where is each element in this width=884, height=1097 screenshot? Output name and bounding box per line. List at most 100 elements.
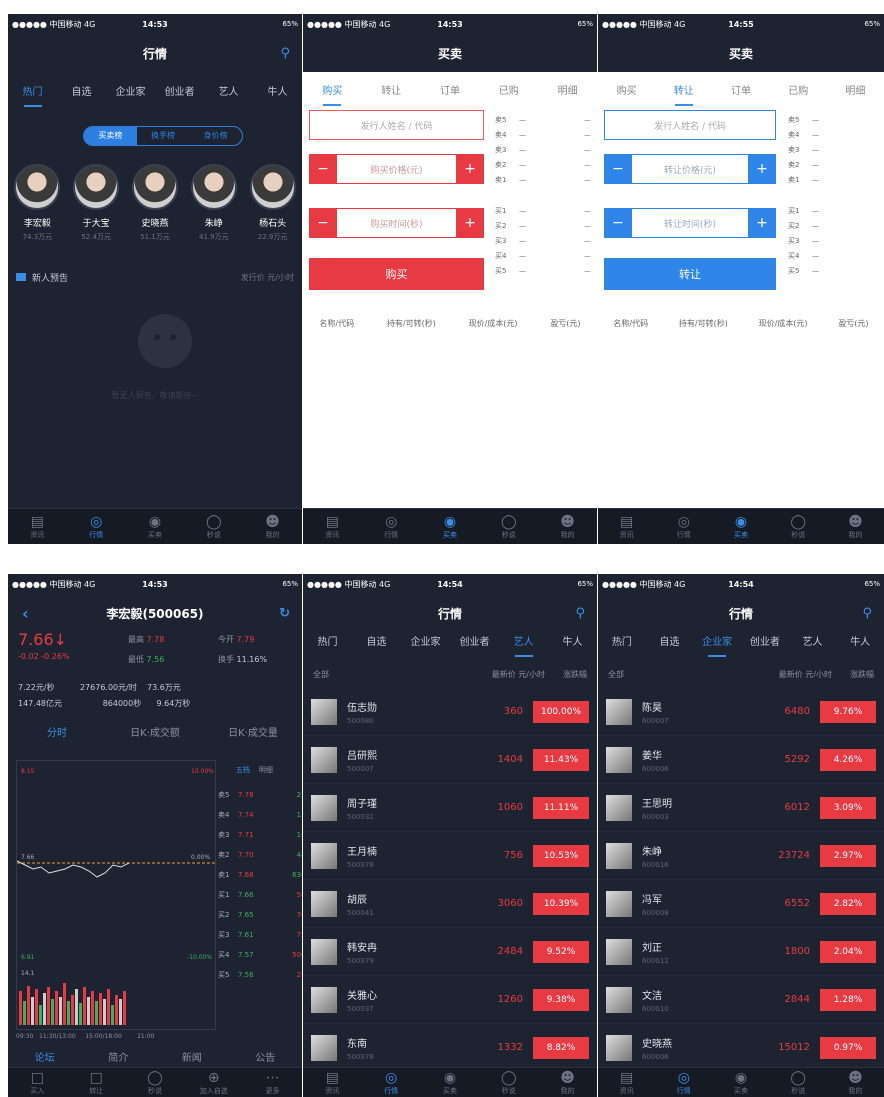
tab-hot[interactable]: 热门 [303, 633, 352, 648]
tab-announcement[interactable]: 公告 [229, 1049, 303, 1064]
tab-artist[interactable]: 艺人 [789, 633, 837, 648]
tabbar-me[interactable]: ☻ 我的 [827, 1068, 884, 1097]
minus-button[interactable]: − [309, 154, 337, 184]
tab-forum[interactable]: 论坛 [8, 1049, 82, 1064]
buy-button[interactable]: 购买 [309, 258, 484, 290]
minus-button[interactable]: − [604, 154, 632, 184]
tab-orders[interactable]: 订单 [712, 82, 769, 97]
list-item[interactable]: 陈昊 600007 6480 9.76% [598, 688, 884, 736]
tabbar-market[interactable]: ◎ 行情 [362, 509, 421, 544]
buy-action[interactable]: □ 买入 [8, 1068, 67, 1097]
tab-buy[interactable]: 购买 [303, 82, 362, 106]
plus-button[interactable]: + [748, 154, 776, 184]
tabbar-chat[interactable]: ◯ 秒说 [770, 1068, 827, 1097]
tabbar-market[interactable]: ◎ 行情 [655, 1068, 712, 1097]
tab-transfer[interactable]: 转让 [362, 82, 421, 97]
tabbar-trade[interactable]: ◉ 买卖 [126, 509, 185, 544]
tabbar-news[interactable]: ▤ 资讯 [303, 509, 362, 544]
tabbar-chat[interactable]: ◯ 秒说 [479, 509, 538, 544]
tabbar-me[interactable]: ☻ 我的 [538, 1068, 597, 1097]
star-item[interactable]: 杨石头 22.9万元 [245, 164, 301, 242]
tab-entrepreneur[interactable]: 企业家 [401, 633, 450, 648]
list-item[interactable]: 朱峥 600016 23724 2.97% [598, 832, 884, 880]
chat-action[interactable]: ◯ 秒说 [126, 1068, 185, 1097]
tab-five-levels[interactable]: 五档 [236, 766, 250, 774]
list-item[interactable]: 伍志勋 500080 360 100.00% [303, 688, 597, 736]
list-item[interactable]: 关雅心 500037 1260 9.38% [303, 976, 597, 1024]
tab-founder[interactable]: 创业者 [155, 83, 204, 98]
tab-artist[interactable]: 艺人 [204, 83, 253, 98]
tabbar-trade[interactable]: ◉ 买卖 [712, 509, 769, 544]
tab-artist[interactable]: 艺人 [499, 633, 548, 657]
tabbar-trade[interactable]: ◉ 买卖 [421, 509, 480, 544]
tab-transfer[interactable]: 转让 [655, 82, 712, 106]
star-item[interactable]: 李宏毅 74.3万元 [9, 164, 65, 242]
list-item[interactable]: 文洁 600010 2844 1.28% [598, 976, 884, 1024]
tabbar-news[interactable]: ▤ 资讯 [8, 509, 67, 544]
tab-bought[interactable]: 已购 [770, 82, 827, 97]
list-item[interactable]: 史晓燕 600006 15012 0.97% [598, 1024, 884, 1072]
list-item[interactable]: 韩安冉 500079 2484 9.52% [303, 928, 597, 976]
tabbar-news[interactable]: ▤ 资讯 [598, 509, 655, 544]
tab-details[interactable]: 明细 [827, 82, 884, 97]
tabbar-me[interactable]: ☻ 我的 [243, 509, 302, 544]
tab-expert[interactable]: 牛人 [253, 83, 302, 98]
star-item[interactable]: 朱峥 41.9万元 [186, 164, 242, 242]
tab-trade-details[interactable]: 明细 [259, 766, 273, 774]
tab-expert[interactable]: 牛人 [836, 633, 884, 648]
tab-entrepreneur[interactable]: 企业家 [106, 83, 155, 98]
tab-hot[interactable]: 热门 [8, 83, 57, 107]
filter-all[interactable]: 全部 [313, 669, 329, 680]
issuer-input[interactable]: 发行人姓名 / 代码 [604, 110, 776, 140]
tabbar-news[interactable]: ▤ 资讯 [598, 1068, 655, 1097]
list-item[interactable]: 王月楠 500078 756 10.53% [303, 832, 597, 880]
transfer-action[interactable]: □ 转让 [67, 1068, 126, 1097]
list-item[interactable]: 周子瑾 500032 1060 11.11% [303, 784, 597, 832]
tabbar-trade[interactable]: ◉ 买卖 [712, 1068, 769, 1097]
add-favorite-action[interactable]: ⊕ 加入自选 [184, 1068, 243, 1097]
plus-button[interactable]: + [456, 154, 484, 184]
list-item[interactable]: 王思明 600003 6012 3.09% [598, 784, 884, 832]
price-input[interactable]: 转让价格(元) [632, 154, 748, 184]
refresh-icon[interactable]: ↻ [279, 606, 290, 621]
tab-intraday[interactable]: 分时 [8, 724, 106, 739]
plus-button[interactable]: + [748, 208, 776, 238]
tab-founder[interactable]: 创业者 [741, 633, 789, 648]
search-icon[interactable]: ⚲ [862, 606, 872, 621]
tab-favorites[interactable]: 自选 [352, 633, 401, 648]
tab-favorites[interactable]: 自选 [57, 83, 106, 98]
tab-expert[interactable]: 牛人 [548, 633, 597, 648]
sort-price[interactable]: 最新价 元/小时 [779, 669, 832, 680]
tabbar-market[interactable]: ◎ 行情 [362, 1068, 421, 1097]
tab-intro[interactable]: 简介 [82, 1049, 156, 1064]
time-input[interactable]: 购买时间(秒) [337, 208, 456, 238]
tabbar-me[interactable]: ☻ 我的 [827, 509, 884, 544]
tab-daily-amount[interactable]: 日K·成交额 [106, 724, 204, 739]
search-icon[interactable]: ⚲ [575, 606, 585, 621]
time-input[interactable]: 转让时间(秒) [632, 208, 748, 238]
list-item[interactable]: 冯军 600008 6552 2.82% [598, 880, 884, 928]
list-item[interactable]: 刘正 600012 1800 2.04% [598, 928, 884, 976]
tabbar-news[interactable]: ▤ 资讯 [303, 1068, 362, 1097]
tab-news[interactable]: 新闻 [155, 1049, 229, 1064]
price-input[interactable]: 购买价格(元) [337, 154, 456, 184]
tab-daily-volume[interactable]: 日K·成交量 [204, 724, 302, 739]
segment-turnover[interactable]: 换手榜 [137, 127, 190, 145]
sort-change[interactable]: 涨跌幅 [563, 669, 587, 680]
issuer-input[interactable]: 发行人姓名 / 代码 [309, 110, 484, 140]
segment-trade[interactable]: 买卖榜 [84, 127, 137, 145]
list-item[interactable]: 姜华 600006 5292 4.26% [598, 736, 884, 784]
tabbar-chat[interactable]: ◯ 秒说 [184, 509, 243, 544]
tabbar-chat[interactable]: ◯ 秒说 [479, 1068, 538, 1097]
segment-value[interactable]: 身价榜 [189, 127, 242, 145]
tab-entrepreneur[interactable]: 企业家 [693, 633, 741, 657]
tab-favorites[interactable]: 自选 [646, 633, 694, 648]
tabbar-trade[interactable]: ◉ 买卖 [421, 1068, 480, 1097]
tab-buy[interactable]: 购买 [598, 82, 655, 97]
more-action[interactable]: ⋯ 更多 [243, 1068, 302, 1097]
filter-all[interactable]: 全部 [608, 669, 624, 680]
minus-button[interactable]: − [309, 208, 337, 238]
star-item[interactable]: 史晓燕 51.1万元 [127, 164, 183, 242]
back-icon[interactable]: ‹ [22, 604, 29, 623]
list-item[interactable]: 胡辰 500041 3060 10.39% [303, 880, 597, 928]
